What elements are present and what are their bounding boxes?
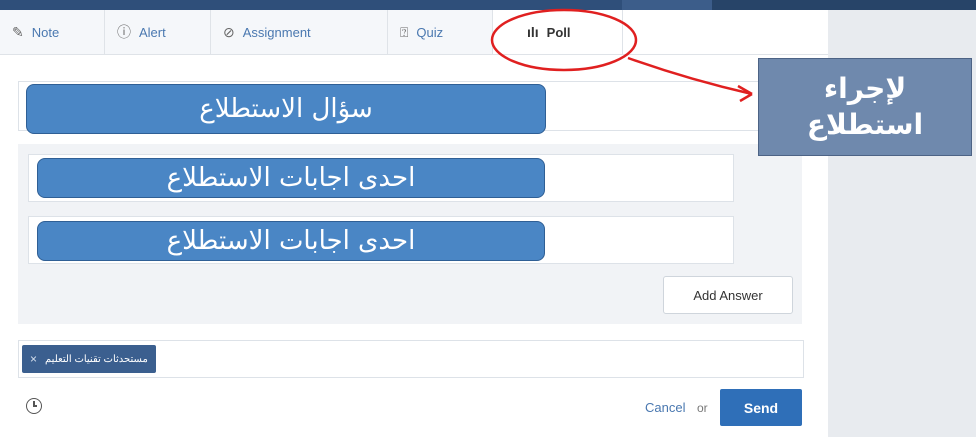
tab-assignment-label: Assignment bbox=[242, 24, 311, 40]
tab-poll-label: Poll bbox=[546, 24, 571, 40]
note-icon: ✎ bbox=[12, 23, 24, 40]
answer-2-overlay-label: احدى اجابات الاستطلاع bbox=[37, 221, 545, 261]
annotation-callout: لإجراء استطلاع bbox=[758, 58, 972, 156]
tab-note[interactable]: ✎ Note bbox=[0, 10, 105, 54]
answer-1-overlay-label: احدى اجابات الاستطلاع bbox=[37, 158, 545, 198]
tab-alert[interactable]: ⓘ Alert bbox=[105, 10, 211, 54]
annotation-line-2: استطلاع bbox=[806, 108, 924, 141]
top-bar-segment bbox=[622, 0, 712, 10]
tab-quiz[interactable]: ⍰ Quiz bbox=[388, 10, 493, 54]
assignment-icon: ⊘ bbox=[223, 23, 235, 40]
post-type-tabs: ✎ Note ⓘ Alert ⊘ Assignment ⍰ Quiz ılı P… bbox=[0, 10, 828, 55]
quiz-icon: ⍰ bbox=[400, 23, 409, 40]
clock-icon[interactable] bbox=[26, 398, 42, 414]
top-bar-segment-dark bbox=[712, 0, 976, 10]
cancel-link[interactable]: Cancel bbox=[645, 400, 685, 415]
recipients-field[interactable]: مستحدثات تقنيات التعليم × bbox=[18, 340, 804, 378]
close-icon[interactable]: × bbox=[30, 352, 37, 366]
tab-assignment[interactable]: ⊘ Assignment bbox=[211, 10, 388, 54]
annotation-line-1: لإجراء bbox=[823, 71, 907, 105]
top-navigation-bar bbox=[0, 0, 976, 10]
poll-icon: ılı bbox=[527, 24, 539, 40]
send-button[interactable]: Send bbox=[720, 389, 802, 426]
add-answer-button[interactable]: Add Answer bbox=[663, 276, 793, 314]
recipient-chip-label: مستحدثات تقنيات التعليم bbox=[45, 353, 148, 365]
alert-icon: ⓘ bbox=[117, 24, 131, 40]
recipient-chip: مستحدثات تقنيات التعليم × bbox=[22, 345, 156, 373]
or-separator: or bbox=[697, 401, 708, 415]
tab-note-label: Note bbox=[31, 24, 60, 40]
tab-poll[interactable]: ılı Poll bbox=[493, 10, 623, 54]
tab-alert-label: Alert bbox=[139, 24, 166, 40]
question-overlay-label: سؤال الاستطلاع bbox=[26, 84, 546, 134]
tab-quiz-label: Quiz bbox=[416, 24, 444, 40]
